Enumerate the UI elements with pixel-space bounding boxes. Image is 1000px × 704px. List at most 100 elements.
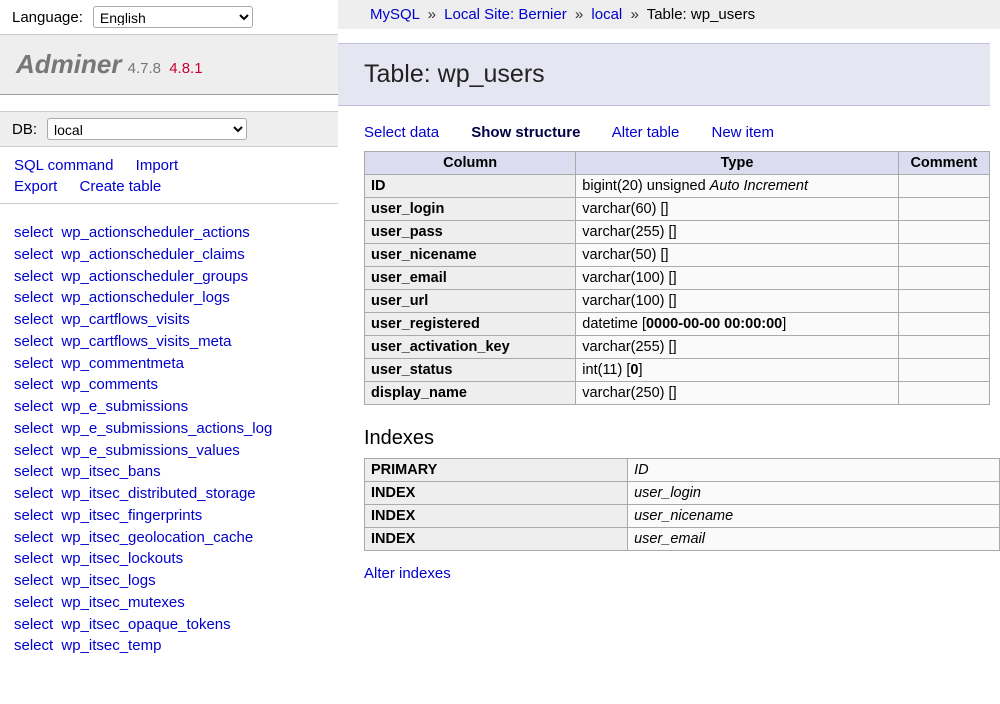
language-bar: Language: English [0, 0, 338, 34]
column-type: varchar(255) [] [576, 336, 899, 359]
app-version: 4.7.8 [128, 60, 161, 77]
table-name-link[interactable]: wp_itsec_mutexes [61, 594, 184, 611]
alter-table-link[interactable]: Alter table [612, 124, 680, 141]
column-comment [898, 175, 989, 198]
table-name-link[interactable]: wp_commentmeta [61, 355, 184, 372]
table-list-item: select wp_actionscheduler_logs [14, 287, 338, 309]
brand-box: Adminer 4.7.8 4.8.1 [0, 34, 338, 95]
index-column: user_login [628, 482, 1000, 505]
table-list[interactable]: select wp_actionscheduler_actionsselect … [0, 204, 338, 704]
table-name-link[interactable]: wp_itsec_geolocation_cache [61, 529, 253, 546]
table-select-link[interactable]: select [14, 616, 53, 633]
table-name-link[interactable]: wp_cartflows_visits [61, 311, 189, 328]
table-select-link[interactable]: select [14, 550, 53, 567]
table-select-link[interactable]: select [14, 594, 53, 611]
index-type: INDEX [365, 505, 628, 528]
column-row: user_urlvarchar(100) [] [365, 290, 990, 313]
table-name-link[interactable]: wp_comments [61, 376, 158, 393]
table-list-item: select wp_itsec_mutexes [14, 592, 338, 614]
table-select-link[interactable]: select [14, 398, 53, 415]
show-structure-link[interactable]: Show structure [471, 124, 580, 141]
table-select-link[interactable]: select [14, 637, 53, 654]
table-select-link[interactable]: select [14, 268, 53, 285]
table-name-link[interactable]: wp_itsec_fingerprints [61, 507, 202, 524]
language-select[interactable]: English [93, 6, 253, 28]
import-link[interactable]: Import [136, 157, 179, 174]
db-bar: DB: local [0, 111, 338, 147]
table-select-link[interactable]: select [14, 333, 53, 350]
table-name-link[interactable]: wp_e_submissions [61, 398, 188, 415]
table-select-link[interactable]: select [14, 420, 53, 437]
table-name-link[interactable]: wp_itsec_distributed_storage [61, 485, 255, 502]
table-list-item: select wp_itsec_fingerprints [14, 505, 338, 527]
table-list-item: select wp_commentmeta [14, 353, 338, 375]
table-name-link[interactable]: wp_actionscheduler_logs [61, 289, 229, 306]
table-select-link[interactable]: select [14, 289, 53, 306]
table-name-link[interactable]: wp_e_submissions_actions_log [61, 420, 272, 437]
table-select-link[interactable]: select [14, 463, 53, 480]
column-type: varchar(100) [] [576, 267, 899, 290]
table-select-link[interactable]: select [14, 485, 53, 502]
table-name-link[interactable]: wp_itsec_temp [61, 637, 161, 654]
export-link[interactable]: Export [14, 178, 57, 195]
index-column: user_nicename [628, 505, 1000, 528]
table-name-link[interactable]: wp_e_submissions_values [61, 442, 239, 459]
table-select-link[interactable]: select [14, 529, 53, 546]
table-list-item: select wp_actionscheduler_actions [14, 222, 338, 244]
latest-version: 4.8.1 [169, 60, 202, 77]
column-type: varchar(60) [] [576, 198, 899, 221]
column-name: user_email [365, 267, 576, 290]
table-name-link[interactable]: wp_itsec_logs [61, 572, 155, 589]
table-name-link[interactable]: wp_itsec_lockouts [61, 550, 183, 567]
db-select[interactable]: local [47, 118, 247, 140]
column-name: user_status [365, 359, 576, 382]
column-name: user_activation_key [365, 336, 576, 359]
create-table-link[interactable]: Create table [80, 178, 162, 195]
table-name-link[interactable]: wp_itsec_bans [61, 463, 160, 480]
columns-header-type: Type [576, 152, 899, 175]
column-comment [898, 359, 989, 382]
table-name-link[interactable]: wp_itsec_opaque_tokens [61, 616, 230, 633]
breadcrumb-site[interactable]: Local Site: Bernier [444, 6, 567, 23]
breadcrumb-sep: » [630, 6, 638, 23]
column-name: user_url [365, 290, 576, 313]
table-list-item: select wp_itsec_opaque_tokens [14, 614, 338, 636]
table-list-item: select wp_itsec_geolocation_cache [14, 527, 338, 549]
breadcrumb-table-prefix: Table: [647, 6, 687, 23]
breadcrumb-root[interactable]: MySQL [370, 6, 419, 23]
table-list-item: select wp_itsec_lockouts [14, 548, 338, 570]
index-column: ID [628, 459, 1000, 482]
sidebar: Language: English Adminer 4.7.8 4.8.1 DB… [0, 0, 338, 704]
table-list-item: select wp_actionscheduler_groups [14, 266, 338, 288]
new-item-link[interactable]: New item [711, 124, 774, 141]
table-select-link[interactable]: select [14, 442, 53, 459]
table-select-link[interactable]: select [14, 224, 53, 241]
table-select-link[interactable]: select [14, 246, 53, 263]
table-select-link[interactable]: select [14, 355, 53, 372]
table-name-link[interactable]: wp_actionscheduler_groups [61, 268, 248, 285]
table-list-item: select wp_itsec_distributed_storage [14, 483, 338, 505]
sql-command-link[interactable]: SQL command [14, 157, 114, 174]
columns-table: Column Type Comment IDbigint(20) unsigne… [364, 151, 990, 405]
column-name: ID [365, 175, 576, 198]
index-row: INDEXuser_email [365, 528, 1000, 551]
column-name: display_name [365, 382, 576, 405]
table-list-item: select wp_itsec_temp [14, 635, 338, 657]
indexes-heading: Indexes [364, 427, 1000, 450]
table-select-link[interactable]: select [14, 507, 53, 524]
table-select-link[interactable]: select [14, 376, 53, 393]
breadcrumb-db[interactable]: local [591, 6, 622, 23]
column-name: user_login [365, 198, 576, 221]
select-data-link[interactable]: Select data [364, 124, 439, 141]
index-row: INDEXuser_login [365, 482, 1000, 505]
index-type: INDEX [365, 482, 628, 505]
column-comment [898, 267, 989, 290]
table-select-link[interactable]: select [14, 572, 53, 589]
language-label: Language: [12, 9, 83, 26]
columns-header-comment: Comment [898, 152, 989, 175]
alter-indexes-link[interactable]: Alter indexes [364, 565, 451, 582]
table-name-link[interactable]: wp_actionscheduler_claims [61, 246, 244, 263]
table-name-link[interactable]: wp_actionscheduler_actions [61, 224, 249, 241]
table-select-link[interactable]: select [14, 311, 53, 328]
table-name-link[interactable]: wp_cartflows_visits_meta [61, 333, 231, 350]
